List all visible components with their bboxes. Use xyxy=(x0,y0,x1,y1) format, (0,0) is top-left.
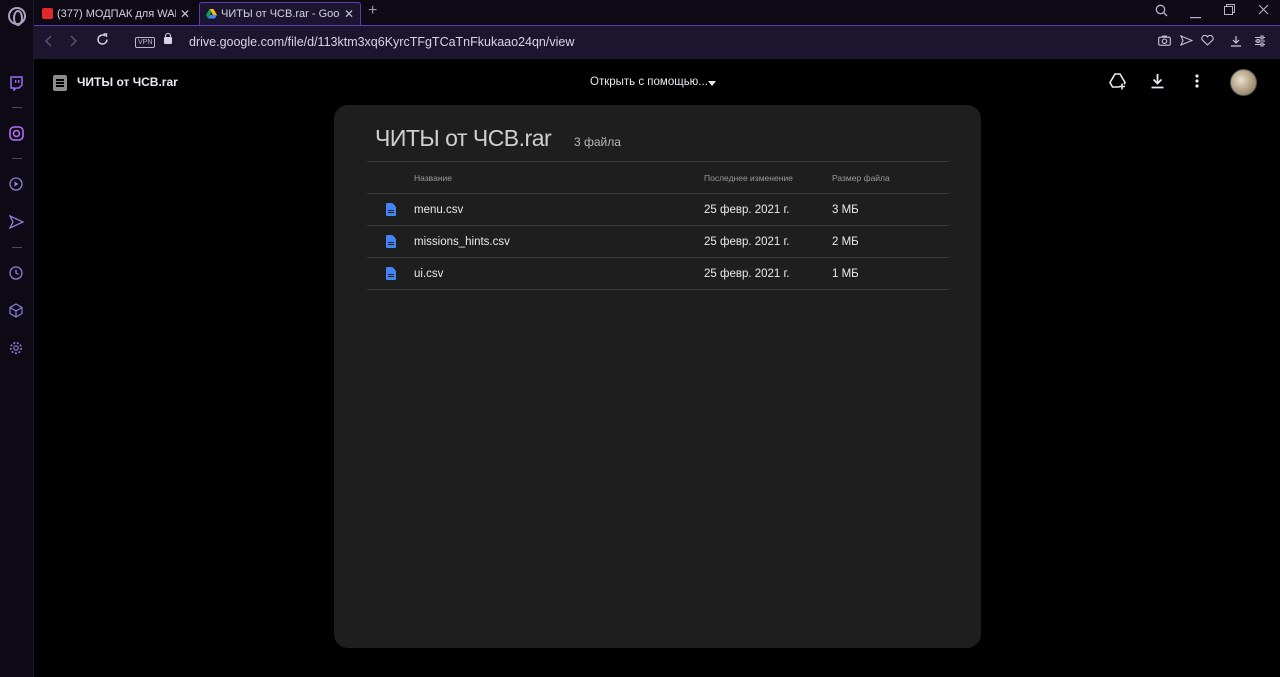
vpn-badge[interactable]: VPN xyxy=(135,37,156,48)
address-bar: VPN drive.google.com/file/d/113ktm3xq6Ky… xyxy=(34,25,1280,59)
sidebar-divider xyxy=(12,158,22,159)
file-count: 3 файла xyxy=(574,135,621,149)
twitch-icon[interactable] xyxy=(8,75,24,91)
file-name: menu.csv xyxy=(414,204,464,216)
file-modified: 25 февр. 2021 г. xyxy=(704,236,790,248)
url-field[interactable]: drive.google.com/file/d/113ktm3xq6KyrcTF… xyxy=(189,35,574,49)
player-icon[interactable] xyxy=(8,176,24,192)
opera-sidebar xyxy=(0,0,34,677)
tab-google-drive[interactable]: ЧИТЫ от ЧСВ.rar - Google ✕ xyxy=(199,2,361,25)
file-size: 1 МБ xyxy=(832,268,859,280)
archive-file-icon xyxy=(53,75,67,91)
archive-preview-card: ЧИТЫ от ЧСВ.rar 3 файла Название Последн… xyxy=(334,105,981,648)
add-to-drive-icon[interactable] xyxy=(1109,73,1127,95)
avatar[interactable] xyxy=(1230,69,1257,96)
reload-icon[interactable] xyxy=(96,33,109,49)
tab-bar: (377) МОДПАК для WAR T ✕ ЧИТЫ от ЧСВ.rar… xyxy=(34,0,1280,25)
snapshot-camera-icon[interactable] xyxy=(1158,35,1171,49)
open-with-button[interactable]: Открыть с помощью... xyxy=(590,76,708,88)
file-table: Название Последнее изменение Размер файл… xyxy=(367,161,948,290)
back-icon[interactable] xyxy=(44,34,52,50)
tab-title: (377) МОДПАК для WAR T xyxy=(57,7,176,20)
settings-gear-icon[interactable] xyxy=(8,340,24,356)
more-options-icon[interactable] xyxy=(1195,73,1199,94)
easy-setup-icon[interactable] xyxy=(1254,35,1266,50)
file-size: 3 МБ xyxy=(832,204,859,216)
column-size: Размер файла xyxy=(832,173,890,183)
document-file-icon xyxy=(386,235,396,248)
viewer-file-title: ЧИТЫ от ЧСВ.rar xyxy=(77,75,178,89)
new-tab-button[interactable]: + xyxy=(368,2,377,20)
google-drive-favicon-icon xyxy=(206,8,217,20)
archive-title: ЧИТЫ от ЧСВ.rar xyxy=(375,125,552,151)
instagram-icon[interactable] xyxy=(8,125,24,141)
tab-youtube[interactable]: (377) МОДПАК для WAR T ✕ xyxy=(36,2,196,25)
table-row[interactable]: menu.csv 25 февр. 2021 г. 3 МБ xyxy=(367,194,948,226)
extensions-cube-icon[interactable] xyxy=(8,302,24,318)
lock-icon[interactable] xyxy=(164,33,172,44)
forward-icon[interactable] xyxy=(70,34,78,50)
table-row[interactable]: missions_hints.csv 25 февр. 2021 г. 2 МБ xyxy=(367,226,948,258)
file-size: 2 МБ xyxy=(832,236,859,248)
close-window-icon[interactable] xyxy=(1258,4,1269,18)
send-icon[interactable] xyxy=(1179,34,1194,49)
file-name: ui.csv xyxy=(414,268,444,280)
sidebar-divider xyxy=(12,247,22,248)
column-modified: Последнее изменение xyxy=(704,173,793,183)
close-icon[interactable]: ✕ xyxy=(180,7,190,21)
restore-icon[interactable] xyxy=(1224,4,1235,18)
document-file-icon xyxy=(386,203,396,216)
history-icon[interactable] xyxy=(8,265,24,281)
tab-title: ЧИТЫ от ЧСВ.rar - Google xyxy=(221,8,340,20)
search-tabs-icon[interactable] xyxy=(1155,4,1168,20)
youtube-favicon-icon xyxy=(42,8,53,19)
close-icon[interactable]: ✕ xyxy=(344,7,354,21)
opera-logo-icon[interactable] xyxy=(8,7,26,26)
minimize-icon[interactable] xyxy=(1190,8,1201,22)
document-file-icon xyxy=(386,267,396,280)
file-modified: 25 февр. 2021 г. xyxy=(704,268,790,280)
dropdown-arrow-icon[interactable] xyxy=(708,81,716,86)
download-icon[interactable] xyxy=(1150,73,1165,94)
drive-viewer: ЧИТЫ от ЧСВ.rar Открыть с помощью... ЧИТ… xyxy=(35,59,1280,677)
download-icon[interactable] xyxy=(1230,35,1242,50)
send-icon[interactable] xyxy=(8,214,24,230)
column-name: Название xyxy=(414,173,452,183)
table-header: Название Последнее изменение Размер файл… xyxy=(367,161,948,194)
file-modified: 25 февр. 2021 г. xyxy=(704,204,790,216)
table-row[interactable]: ui.csv 25 февр. 2021 г. 1 МБ xyxy=(367,258,948,290)
file-name: missions_hints.csv xyxy=(414,236,510,248)
sidebar-divider xyxy=(12,107,22,108)
heart-icon[interactable] xyxy=(1201,34,1214,49)
